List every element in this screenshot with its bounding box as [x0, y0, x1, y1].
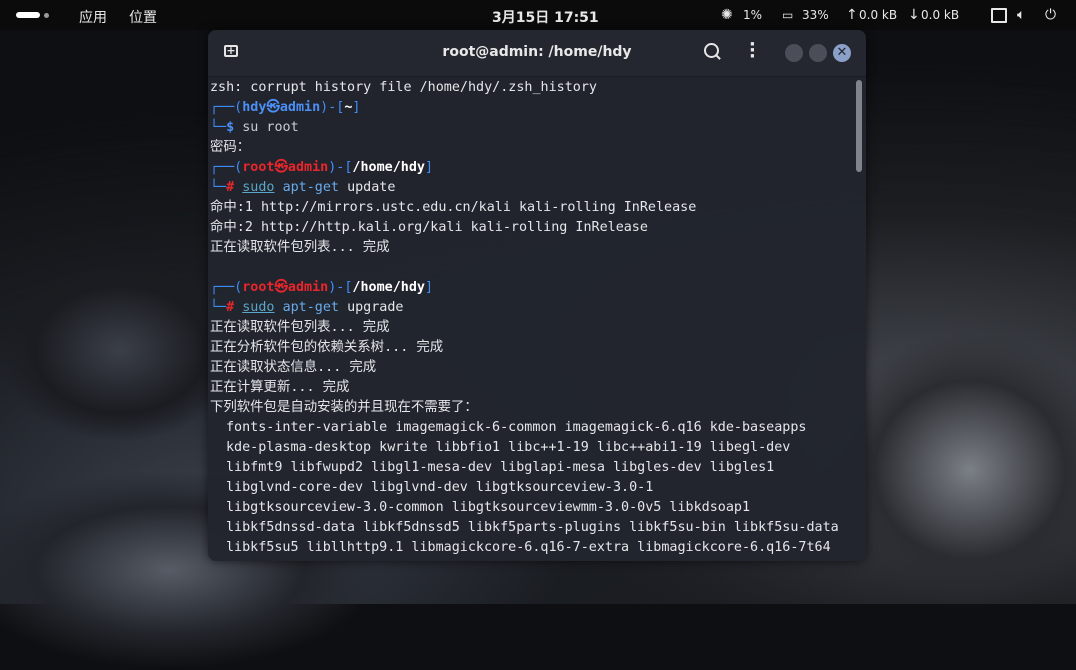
prompt-line: ┌──(root㉿admin)-[/home/hdy] — [210, 280, 434, 295]
terminal-line: 正在分析软件包的依赖关系树... 完成 — [210, 340, 444, 355]
command-line: └─# sudo apt-get upgrade — [210, 300, 404, 315]
terminal-line: libglvnd-core-dev libglvnd-dev libgtksou… — [226, 480, 654, 495]
terminal-line: 下列软件包是自动安装的并且现在不需要了： — [210, 400, 478, 415]
terminal-window: + root@admin: /home/hdy · · · ✕ zsh: corru… — [208, 30, 866, 561]
places-menu[interactable]: 位置 — [129, 7, 157, 27]
terminal-line: zsh: corrupt history file /home/hdy/.zsh… — [210, 80, 597, 95]
upload-arrow-icon: ↑ — [846, 7, 858, 23]
prompt-line: ┌──(root㉿admin)-[/home/hdy] — [210, 160, 434, 175]
download-arrow-icon: ↓ — [908, 7, 920, 23]
search-icon[interactable] — [704, 43, 719, 58]
terminal-line: libkf5su5 libllhttp9.1 libmagickcore-6.q… — [226, 540, 831, 555]
prompt-line: ┌──(hdy㉿admin)-[~] — [210, 100, 361, 115]
window-icon[interactable] — [991, 8, 1007, 23]
terminal-output[interactable]: zsh: corrupt history file /home/hdy/.zsh… — [210, 78, 850, 561]
workspace-dot[interactable] — [44, 13, 49, 18]
terminal-line: 正在读取软件包列表... 完成 — [210, 240, 390, 255]
activities-indicator[interactable] — [16, 12, 40, 18]
terminal-line: libkf5dnssd-data libkf5dnssd5 libkf5part… — [226, 520, 839, 535]
terminal-line: 命中:2 http://http.kali.org/kali kali-roll… — [210, 220, 648, 235]
power-icon[interactable]: ⏻ — [1045, 7, 1056, 23]
wallpaper-wave — [0, 260, 240, 440]
maximize-button[interactable] — [809, 44, 827, 62]
apps-menu[interactable]: 应用 — [79, 7, 107, 27]
memory-usage: 33% — [802, 8, 829, 22]
terminal-line: 正在读取软件包列表... 完成 — [210, 320, 390, 335]
menu-kebab-icon[interactable]: · · · — [749, 36, 756, 66]
scrollbar-thumb[interactable] — [856, 80, 862, 172]
terminal-line: libfmt9 libfwupd2 libgl1-mesa-dev libgla… — [226, 460, 775, 475]
minimize-button[interactable] — [785, 44, 803, 62]
terminal-line: 正在计算更新... 完成 — [210, 380, 350, 395]
terminal-line: libgtksourceview-3.0-common libgtksource… — [226, 500, 751, 515]
terminal-line: fonts-inter-variable imagemagick-6-commo… — [226, 420, 807, 435]
net-download: 0.0 kB — [921, 8, 960, 22]
terminal-line: 正在读取状态信息... 完成 — [210, 360, 377, 375]
command-line: └─# sudo apt-get update — [210, 180, 396, 195]
top-panel: 应用 位置 3月15日 17:51 ✺ 1% ▭ 33% ↑ 0.0 kB ↓ … — [0, 0, 1076, 30]
terminal-line: kde-plasma-desktop kwrite libbfio1 libc+… — [226, 440, 791, 455]
close-button[interactable]: ✕ — [833, 44, 851, 62]
window-title: root@admin: /home/hdy — [442, 44, 632, 60]
terminal-line: 命中:1 http://mirrors.ustc.edu.cn/kali kal… — [210, 200, 697, 215]
volume-icon[interactable]: 🔈︎ — [1017, 7, 1025, 23]
clock[interactable]: 3月15日 17:51 — [492, 7, 599, 27]
cpu-usage: 1% — [743, 8, 763, 22]
command-line: └─$ su root — [210, 120, 299, 135]
terminal-line: 密码： — [210, 140, 251, 155]
cpu-icon: ✺ — [721, 7, 733, 23]
memory-icon: ▭ — [782, 8, 794, 22]
net-upload: 0.0 kB — [859, 8, 898, 22]
terminal-titlebar[interactable]: + root@admin: /home/hdy · · · ✕ — [208, 30, 866, 77]
